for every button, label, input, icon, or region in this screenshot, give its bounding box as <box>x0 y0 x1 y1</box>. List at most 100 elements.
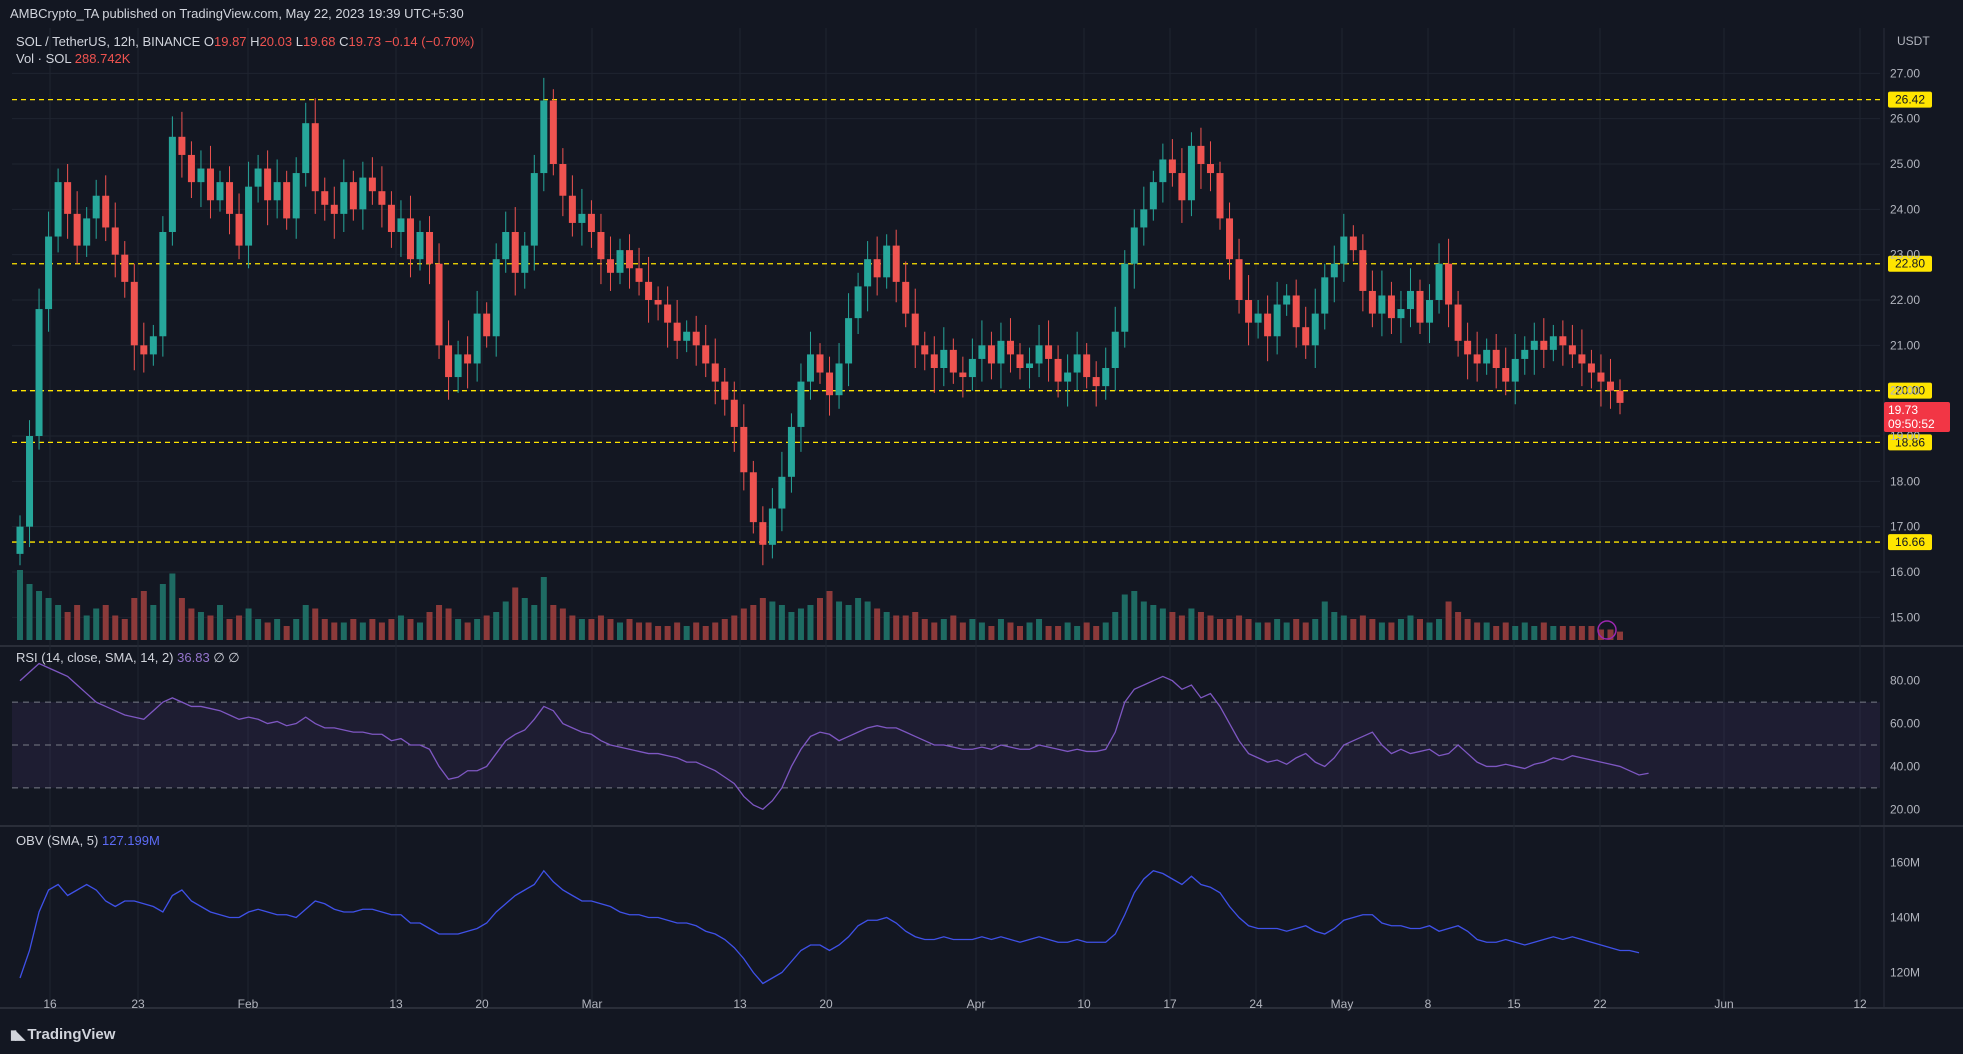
candle-body <box>1578 354 1586 364</box>
candle-body <box>740 426 748 473</box>
candle-body <box>1445 263 1453 305</box>
candle-body <box>978 345 986 359</box>
volume-bar <box>483 615 490 640</box>
volume-bar <box>1017 626 1023 640</box>
obv-pane <box>19 869 1640 985</box>
candle-body <box>206 168 214 201</box>
volume-bar <box>1588 626 1595 640</box>
change-value: −0.14 (−0.70%) <box>384 34 475 49</box>
volume-bar <box>1102 622 1109 640</box>
logo-text: TradingView <box>27 1026 116 1043</box>
candle-body <box>1378 295 1386 314</box>
price-tick-label: 23.00 <box>1890 248 1920 262</box>
volume-legend[interactable]: Vol · SOL 288.742K <box>16 51 130 66</box>
rsi-tick-label: 60.00 <box>1890 717 1920 731</box>
candle-body <box>759 522 767 545</box>
candle-body <box>616 250 624 273</box>
volume-bar <box>1350 619 1357 640</box>
volume-bar <box>550 605 557 640</box>
candle-body <box>1292 295 1300 328</box>
candle-body <box>454 354 462 378</box>
candle-body <box>854 286 862 319</box>
volume-bar <box>912 612 919 640</box>
volume-bar <box>778 605 785 640</box>
time-tick-label: 17 <box>1163 997 1177 1011</box>
volume-bar <box>540 577 547 640</box>
candle-body <box>1568 345 1576 355</box>
volume-bar <box>1407 615 1414 640</box>
volume-bar <box>121 619 128 640</box>
rsi-tick-label: 80.00 <box>1890 674 1920 688</box>
volume-bar <box>55 605 62 640</box>
volume-bars <box>17 570 1623 640</box>
volume-bar <box>112 615 119 640</box>
symbol-name[interactable]: SOL / TetherUS, 12h, BINANCE <box>16 34 200 49</box>
volume-bar <box>1083 622 1090 640</box>
candle-body <box>511 232 519 273</box>
volume-bar <box>1550 626 1557 640</box>
volume-bar <box>1064 622 1071 640</box>
time-tick-label: 22 <box>1593 997 1607 1011</box>
volume-bar <box>750 605 757 640</box>
candle-body <box>921 345 929 355</box>
volume-bar <box>1502 622 1509 640</box>
volume-bar <box>312 608 319 640</box>
candle-body <box>1597 372 1605 382</box>
volume-bar <box>940 619 947 640</box>
candle-body <box>483 313 491 337</box>
candle-body <box>1083 354 1091 378</box>
candle-body <box>1492 349 1500 368</box>
publisher-line: AMBCrypto_TA published on TradingView.co… <box>10 6 464 21</box>
candle-body <box>892 245 900 282</box>
candle-body <box>530 173 538 246</box>
volume-bar <box>664 626 671 640</box>
volume-bar <box>521 598 528 640</box>
tradingview-logo[interactable]: ▮◣ TradingView <box>10 1026 115 1043</box>
volume-bar <box>417 622 423 640</box>
volume-bar <box>1426 622 1433 640</box>
candle-body <box>1159 159 1167 183</box>
volume-bar <box>159 584 166 640</box>
candle-body <box>378 191 386 205</box>
candle-body <box>835 363 843 396</box>
volume-bar <box>464 622 471 640</box>
candle-body <box>1168 159 1176 174</box>
volume-bar <box>902 615 909 640</box>
candle-body <box>273 182 281 201</box>
candle-body <box>1216 173 1224 219</box>
volume-bar <box>1388 622 1395 640</box>
volume-bar <box>1283 622 1290 640</box>
candle-body <box>35 309 43 436</box>
volume-bar <box>807 605 814 640</box>
volume-bar <box>826 591 833 640</box>
time-tick-label: 8 <box>1425 997 1432 1011</box>
volume-bar <box>1197 612 1204 640</box>
candle-body <box>292 173 300 219</box>
candle-body <box>1006 340 1014 355</box>
volume-bar <box>1521 622 1528 640</box>
candle-body <box>749 472 757 523</box>
candle-body <box>321 191 329 205</box>
candle-body <box>340 182 348 214</box>
volume-bar <box>1464 619 1471 640</box>
rsi-legend[interactable]: RSI (14, close, SMA, 14, 2) 36.83 ∅ ∅ <box>16 650 240 666</box>
current-price-tag: 19.73 09:50:52 <box>1884 402 1950 432</box>
volume-value: 288.742K <box>74 51 131 66</box>
volume-bar <box>102 605 109 640</box>
candle-body <box>1149 182 1157 210</box>
candle-body <box>73 213 81 246</box>
volume-bar <box>1493 626 1500 640</box>
candle-body <box>264 168 272 201</box>
price-tick-label: 15.00 <box>1890 610 1920 624</box>
volume-bar <box>64 612 71 640</box>
candle-body <box>711 363 719 382</box>
obv-tick-label: 160M <box>1890 856 1920 870</box>
obv-legend[interactable]: OBV (SMA, 5) 127.199M <box>16 833 160 848</box>
candle-body <box>368 177 376 192</box>
symbol-legend[interactable]: SOL / TetherUS, 12h, BINANCE O19.87 H20.… <box>16 34 474 49</box>
volume-bar <box>512 587 519 640</box>
volume-bar <box>721 619 728 640</box>
volume-bar <box>1293 619 1300 640</box>
volume-bar <box>236 615 243 640</box>
candle-body <box>1606 381 1614 391</box>
